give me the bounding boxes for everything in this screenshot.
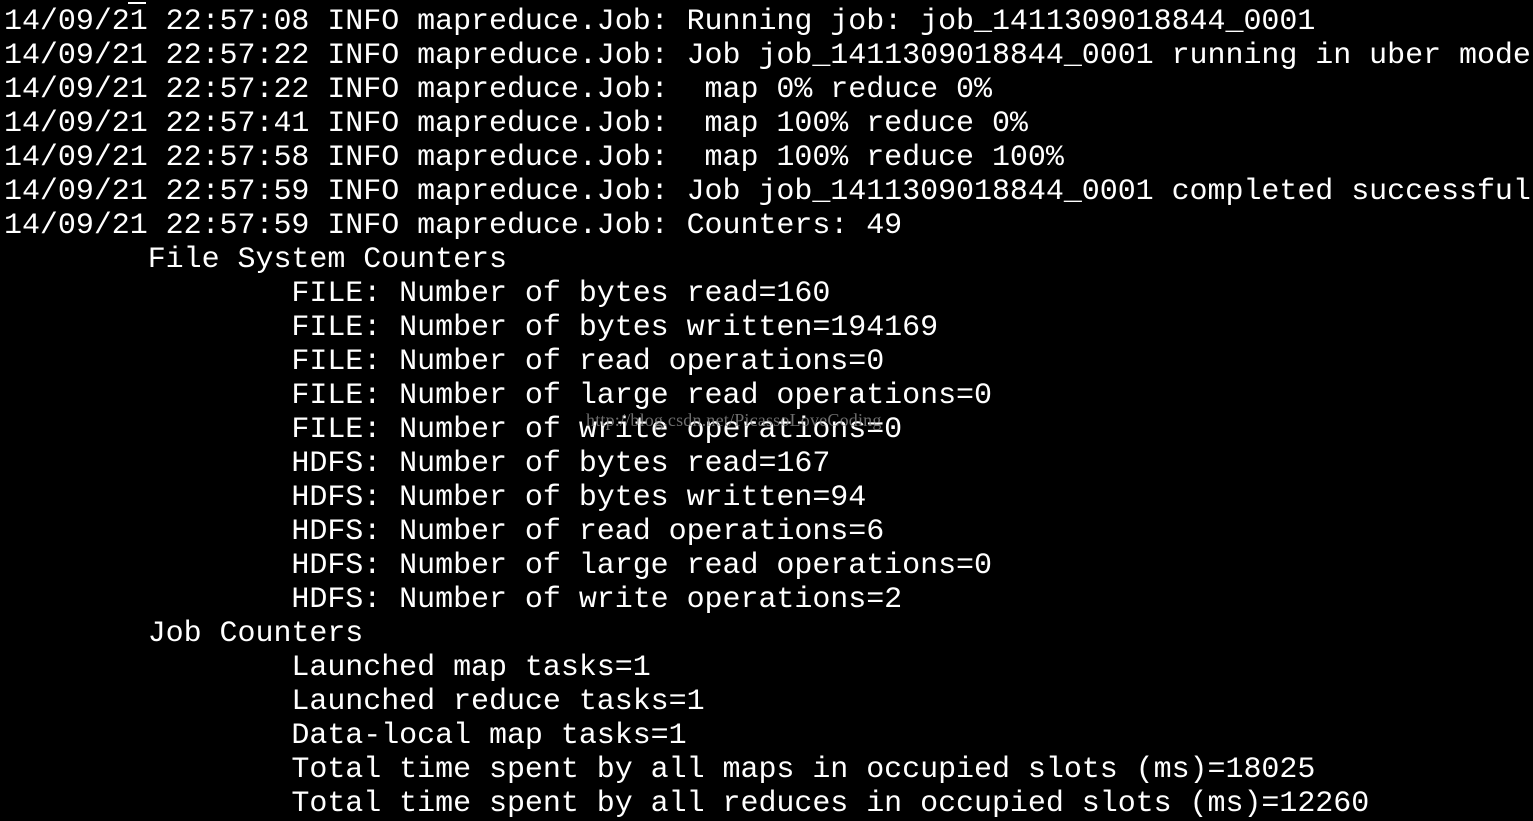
- text-cursor: [128, 2, 146, 4]
- counter-line: FILE: Number of bytes written=194169: [4, 311, 939, 345]
- counter-line: Data-local map tasks=1: [4, 719, 687, 753]
- counter-line: FILE: Number of bytes read=160: [4, 277, 831, 311]
- counter-line: Total time spent by all maps in occupied…: [4, 753, 1316, 787]
- counter-line: HDFS: Number of read operations=6: [4, 515, 885, 549]
- counter-line: Launched map tasks=1: [4, 651, 651, 685]
- log-line: 14/09/21 22:57:59 INFO mapreduce.Job: Co…: [4, 209, 903, 243]
- log-line: 14/09/21 22:57:22 INFO mapreduce.Job: ma…: [4, 73, 992, 107]
- log-line: 14/09/21 22:57:41 INFO mapreduce.Job: ma…: [4, 107, 1028, 141]
- terminal-window[interactable]: 14/09/21 22:57:08 INFO mapreduce.Job: Ru…: [0, 0, 1533, 821]
- log-line: 14/09/21 22:57:58 INFO mapreduce.Job: ma…: [4, 141, 1064, 175]
- blog-watermark: http://blog.csdn.net/PicassoLoveCoding: [586, 410, 882, 430]
- counter-group-heading: File System Counters: [4, 243, 507, 277]
- log-line: 14/09/21 22:57:08 INFO mapreduce.Job: Ru…: [4, 5, 1316, 39]
- counter-line: Launched reduce tasks=1: [4, 685, 705, 719]
- counter-line: FILE: Number of read operations=0: [4, 345, 885, 379]
- counter-line: HDFS: Number of large read operations=0: [4, 549, 992, 583]
- counter-line: HDFS: Number of write operations=2: [4, 583, 903, 617]
- counter-line: FILE: Number of large read operations=0: [4, 379, 992, 413]
- counter-line: HDFS: Number of bytes read=167: [4, 447, 831, 481]
- log-line: 14/09/21 22:57:59 INFO mapreduce.Job: Jo…: [4, 175, 1531, 209]
- log-line: 14/09/21 22:57:22 INFO mapreduce.Job: Jo…: [4, 39, 1531, 73]
- counter-group-heading: Job Counters: [4, 617, 364, 651]
- counter-line: Total time spent by all reduces in occup…: [4, 787, 1370, 821]
- counter-line: HDFS: Number of bytes written=94: [4, 481, 867, 515]
